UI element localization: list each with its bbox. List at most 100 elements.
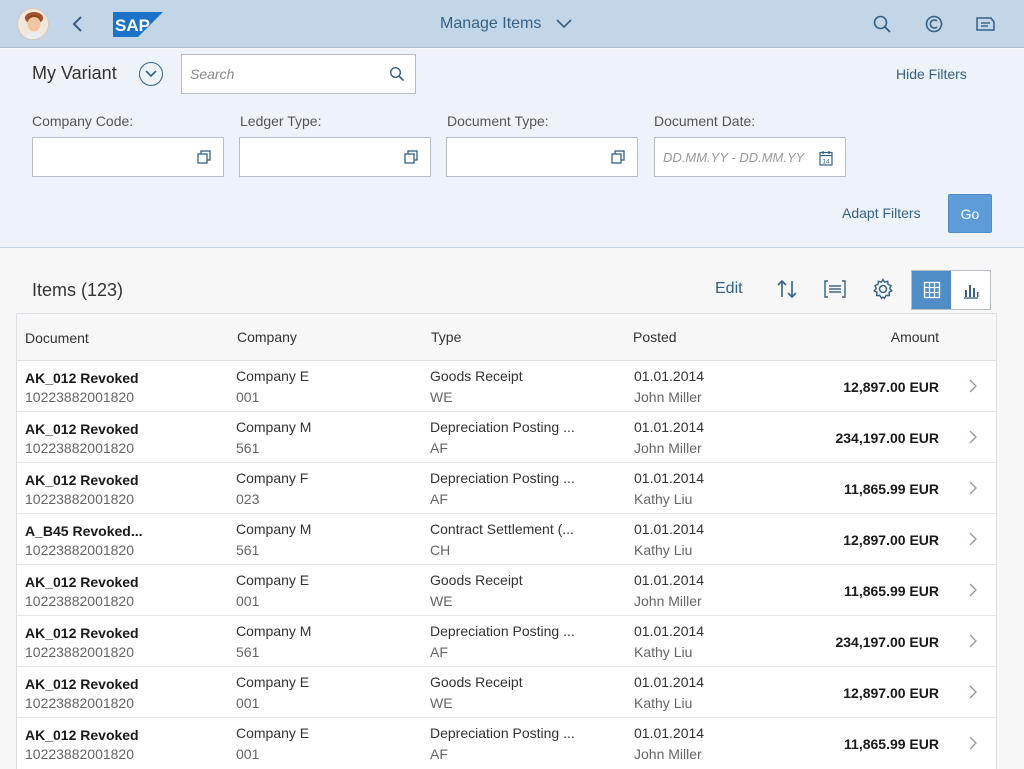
user-avatar[interactable]: [17, 8, 49, 40]
document-type: Contract Settlement (...: [430, 521, 574, 537]
search-icon[interactable]: [870, 12, 894, 36]
table-row[interactable]: AK_012 Revoked 10223882001820 Company E …: [17, 667, 996, 718]
table-title: Items (123): [32, 280, 124, 300]
variant-label: My Variant: [32, 63, 117, 83]
table-row[interactable]: AK_012 Revoked 10223882001820 Company M …: [17, 616, 996, 667]
document-type-code: CH: [430, 542, 451, 558]
posted-by: Kathy Liu: [634, 644, 693, 660]
value-help-icon[interactable]: [404, 150, 418, 164]
document-type-code: AF: [430, 644, 448, 660]
bar-chart-icon: [963, 285, 978, 299]
document-type: Goods Receipt: [430, 674, 523, 690]
chevron-right-icon[interactable]: [968, 481, 978, 495]
document-type-field[interactable]: [446, 137, 638, 177]
document-name: AK_012 Revoked: [25, 421, 139, 437]
document-type: Goods Receipt: [430, 572, 523, 588]
table-header: Document Company Type Posted Amount: [17, 314, 996, 361]
company-code: 561: [236, 644, 260, 660]
column-header-amount[interactable]: Amount: [891, 329, 939, 345]
sort-icon[interactable]: [775, 277, 799, 301]
adapt-filters-button[interactable]: Adapt Filters: [842, 205, 921, 221]
document-type-code: AF: [430, 440, 448, 456]
shell-bar: SAP Manage Items: [0, 0, 1024, 48]
copilot-icon[interactable]: [922, 12, 946, 36]
amount: 234,197.00 EUR: [835, 430, 939, 446]
company-code-field[interactable]: [32, 137, 224, 177]
chevron-right-icon[interactable]: [968, 379, 978, 393]
chevron-down-icon: [556, 19, 572, 29]
ledger-type-field[interactable]: [239, 137, 431, 177]
company-code: 001: [236, 695, 260, 711]
document-id: 10223882001820: [25, 695, 135, 711]
posting-date: 01.01.2014: [634, 470, 705, 486]
table-row[interactable]: AK_012 Revoked 10223882001820 Company E …: [17, 718, 996, 769]
table-row[interactable]: AK_012 Revoked 10223882001820 Company E …: [17, 565, 996, 616]
document-id: 10223882001820: [25, 746, 135, 762]
calendar-icon[interactable]: 14: [819, 150, 833, 166]
chevron-right-icon[interactable]: [968, 634, 978, 648]
column-header-posted[interactable]: Posted: [633, 329, 677, 345]
document-type: Depreciation Posting ...: [430, 419, 575, 435]
chevron-right-icon[interactable]: [968, 685, 978, 699]
amount: 11,865.99 EUR: [844, 481, 939, 497]
company-name: Company E: [236, 572, 310, 588]
column-header-type[interactable]: Type: [431, 329, 461, 345]
company-code: 001: [236, 593, 260, 609]
column-header-document[interactable]: Document: [25, 330, 89, 346]
document-name: AK_012 Revoked: [25, 574, 139, 590]
notifications-icon[interactable]: [973, 12, 997, 36]
posted-by: Kathy Liu: [634, 542, 693, 558]
table-row[interactable]: AK_012 Revoked 10223882001820 Company F …: [17, 463, 996, 514]
amount: 12,897.00 EUR: [843, 532, 939, 548]
company-name: Company M: [236, 623, 312, 639]
document-name: AK_012 Revoked: [25, 625, 139, 641]
company-name: Company E: [236, 368, 310, 384]
company-name: Company M: [236, 419, 312, 435]
document-name: A_B45 Revoked...: [25, 523, 143, 539]
posted-by: Kathy Liu: [634, 695, 693, 711]
search-field[interactable]: [181, 54, 416, 94]
app-title: Manage Items: [440, 15, 542, 32]
table-body: AK_012 Revoked 10223882001820 Company E …: [17, 361, 996, 769]
document-id: 10223882001820: [25, 644, 135, 660]
chevron-right-icon[interactable]: [968, 583, 978, 597]
document-date-field[interactable]: DD.MM.YY - DD.MM.YY 14: [654, 137, 846, 177]
company-code: 023: [236, 491, 260, 507]
document-type-label: Document Type:: [447, 113, 549, 129]
value-help-icon[interactable]: [197, 150, 211, 164]
table-row[interactable]: A_B45 Revoked... 10223882001820 Company …: [17, 514, 996, 565]
chevron-right-icon[interactable]: [968, 532, 978, 546]
table-row[interactable]: AK_012 Revoked 10223882001820 Company E …: [17, 361, 996, 412]
app-title-menu[interactable]: Manage Items: [440, 10, 573, 38]
company-code: 001: [236, 389, 260, 405]
variant-dropdown-button[interactable]: [139, 62, 163, 86]
search-icon[interactable]: [389, 66, 405, 82]
posted-by: John Miller: [634, 389, 702, 405]
table-view-button[interactable]: [912, 271, 951, 309]
chevron-right-icon[interactable]: [968, 736, 978, 750]
company-name: Company E: [236, 725, 310, 741]
document-id: 10223882001820: [25, 440, 135, 456]
filter-bar: My Variant Hide Filters Company Code: Le…: [0, 49, 1024, 248]
company-name: Company E: [236, 674, 310, 690]
date-range-placeholder: DD.MM.YY - DD.MM.YY: [663, 150, 805, 165]
amount: 12,897.00 EUR: [843, 685, 939, 701]
document-type: Depreciation Posting ...: [430, 725, 575, 741]
settings-icon[interactable]: [871, 277, 895, 301]
document-type-code: WE: [430, 593, 453, 609]
chart-view-button[interactable]: [951, 271, 990, 309]
amount: 234,197.00 EUR: [835, 634, 939, 650]
edit-button[interactable]: Edit: [715, 280, 743, 298]
search-input[interactable]: [182, 55, 382, 93]
column-header-company[interactable]: Company: [237, 329, 297, 345]
value-help-icon[interactable]: [611, 150, 625, 164]
amount: 11,865.99 EUR: [844, 736, 939, 752]
group-icon[interactable]: [823, 277, 847, 301]
table-row[interactable]: AK_012 Revoked 10223882001820 Company M …: [17, 412, 996, 463]
back-icon[interactable]: [66, 12, 90, 36]
chevron-right-icon[interactable]: [968, 430, 978, 444]
hide-filters-link[interactable]: Hide Filters: [896, 66, 967, 82]
go-button[interactable]: Go: [948, 194, 992, 233]
posting-date: 01.01.2014: [634, 521, 705, 537]
amount: 11,865.99 EUR: [844, 583, 939, 599]
